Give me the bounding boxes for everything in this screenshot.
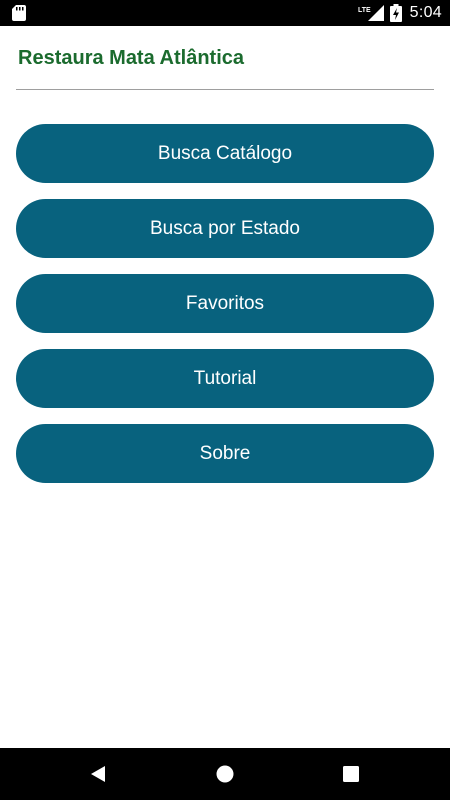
tutorial-button[interactable]: Tutorial <box>16 349 434 408</box>
busca-catalogo-button[interactable]: Busca Catálogo <box>16 124 434 183</box>
favoritos-label: Favoritos <box>185 292 265 314</box>
app-screen: LTE 5:04 Restaura Mata Atlântica Busca C… <box>0 0 450 800</box>
lte-signal-icon: LTE <box>358 5 384 21</box>
busca-por-estado-button[interactable]: Busca por Estado <box>16 199 434 258</box>
sobre-button[interactable]: Sobre <box>16 424 434 483</box>
sd-card-icon <box>12 5 26 21</box>
title-divider <box>16 89 434 90</box>
battery-charging-icon <box>389 4 402 22</box>
network-label: LTE <box>358 7 371 14</box>
status-icons: LTE 5:04 <box>358 0 442 26</box>
sobre-label: Sobre <box>199 442 251 464</box>
home-icon[interactable] <box>216 765 234 783</box>
favoritos-button[interactable]: Favoritos <box>16 274 434 333</box>
back-icon[interactable] <box>89 765 107 783</box>
busca-catalogo-label: Busca Catálogo <box>157 142 293 164</box>
main-menu: Busca Catálogo Busca por Estado Favorito… <box>16 124 434 499</box>
status-time: 5:04 <box>409 4 442 21</box>
status-bar: LTE 5:04 <box>0 0 450 26</box>
page-title: Restaura Mata Atlântica <box>18 47 244 69</box>
tutorial-label: Tutorial <box>193 367 257 389</box>
navigation-bar <box>0 748 450 800</box>
recents-icon[interactable] <box>343 766 359 782</box>
busca-por-estado-label: Busca por Estado <box>150 217 300 239</box>
